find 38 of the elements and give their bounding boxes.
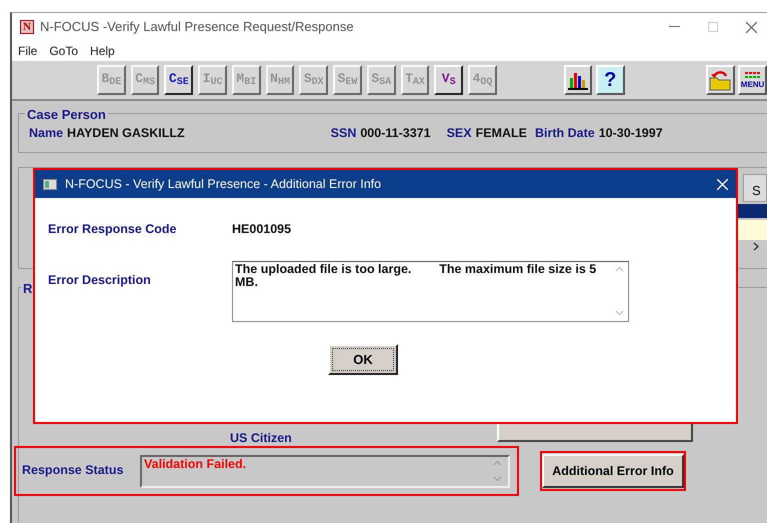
description-field[interactable]: The uploaded file is too large. The maximum file size is 5 MB. <box>232 260 629 322</box>
field-label: Name <box>29 125 64 142</box>
field-value: HAYDEN GASKILLZ <box>67 125 185 142</box>
dialog-title: N-FOCUS - Verify Lawful Presence - Additional Error Info <box>65 176 382 193</box>
help-button[interactable]: ? <box>596 65 625 95</box>
field-label: Error Response Code <box>48 221 178 238</box>
menu-item[interactable]: GoTo <box>49 42 78 60</box>
scroll-right-icon[interactable] <box>753 242 759 251</box>
chart-button[interactable] <box>564 65 592 95</box>
field-label: SEX <box>446 125 472 142</box>
menu-button[interactable]: MENU <box>738 65 767 95</box>
table-row[interactable] <box>737 220 767 240</box>
open-button[interactable] <box>706 65 735 95</box>
menu-item[interactable]: Help <box>90 42 115 60</box>
field-value: 10-30-1997 <box>598 125 663 142</box>
ok-button[interactable]: OK <box>328 344 398 375</box>
app-logo-icon: N <box>20 20 34 34</box>
menu-label: MENU <box>740 80 764 88</box>
folder-arrow-icon <box>708 69 732 91</box>
citizenship-text: US Citizen <box>230 430 292 447</box>
table-row[interactable] <box>737 204 767 218</box>
additional-error-info-button[interactable]: Additional Error Info <box>542 454 684 488</box>
bar-chart-icon <box>567 70 590 90</box>
field-value: FEMALE <box>476 125 527 142</box>
field-label: Birth Date <box>534 125 595 142</box>
field-label: SSN <box>330 125 356 142</box>
tab[interactable]: S <box>743 174 767 202</box>
window-title: N-FOCUS -Verify Lawful Presence Request/Response <box>40 18 354 36</box>
dots-icon <box>742 72 763 80</box>
close-icon[interactable] <box>746 22 757 32</box>
menu-item[interactable]: File <box>18 42 38 60</box>
status-label: Response Status <box>22 462 124 479</box>
field-value: HE001095 <box>232 221 292 238</box>
status-field: Validation Failed. <box>140 455 510 488</box>
field-value: 000-11-3371 <box>360 125 431 142</box>
field-label: Error Description <box>48 272 152 289</box>
minimize-icon[interactable] <box>669 26 680 28</box>
window-icon <box>43 178 57 190</box>
